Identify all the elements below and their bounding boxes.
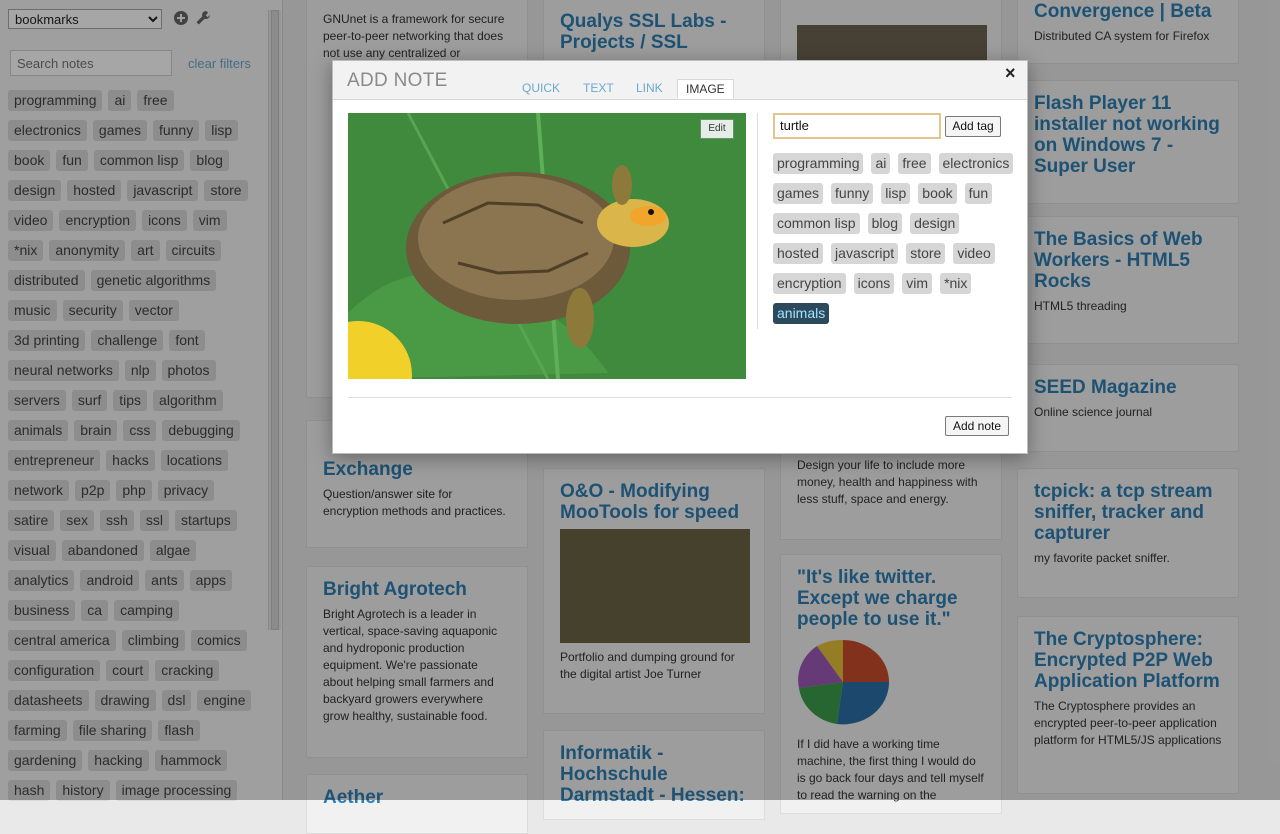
modal-tag[interactable]: hosted xyxy=(773,243,824,264)
vertical-divider xyxy=(757,113,758,329)
modal-tag[interactable]: encryption xyxy=(773,273,846,294)
tab-text[interactable]: TEXT xyxy=(583,81,614,95)
close-icon[interactable]: × xyxy=(1005,63,1016,84)
modal-tag[interactable]: *nix xyxy=(940,273,972,294)
modal-tag[interactable]: common lisp xyxy=(773,213,860,234)
modal-tag[interactable]: lisp xyxy=(881,183,911,204)
modal-tag[interactable]: blog xyxy=(867,213,903,234)
modal-header: ADD NOTE QUICK TEXT LINK IMAGE × xyxy=(333,61,1027,100)
modal-tag[interactable]: free xyxy=(898,153,931,174)
modal-tag[interactable]: video xyxy=(953,243,995,264)
modal-tag[interactable]: electronics xyxy=(938,153,1014,174)
modal-tag[interactable]: design xyxy=(910,213,960,234)
tab-link[interactable]: LINK xyxy=(636,81,663,95)
modal-tag[interactable]: book xyxy=(918,183,957,204)
modal-tag[interactable]: fun xyxy=(964,183,993,204)
modal-tag[interactable]: games xyxy=(773,183,824,204)
modal-tag[interactable]: javascript xyxy=(831,243,899,264)
tab-quick[interactable]: QUICK xyxy=(522,81,560,95)
add-note-modal: ADD NOTE QUICK TEXT LINK IMAGE × Edit tu… xyxy=(332,60,1028,454)
modal-tag[interactable]: funny xyxy=(831,183,874,204)
modal-tag[interactable]: icons xyxy=(853,273,895,294)
edit-image-button[interactable]: Edit xyxy=(700,119,734,139)
add-note-button[interactable]: Add note xyxy=(945,416,1009,436)
add-tag-button[interactable]: Add tag xyxy=(945,116,1001,137)
modal-tag-list: programming ai free electronics games funny li… xyxy=(773,153,1023,333)
modal-tag[interactable]: ai xyxy=(871,153,891,174)
modal-tag[interactable]: programming xyxy=(773,153,864,174)
modal-title: ADD NOTE xyxy=(347,70,448,91)
horizontal-divider xyxy=(348,397,1012,398)
note-image xyxy=(348,113,746,379)
modal-tag[interactable]: store xyxy=(906,243,946,264)
modal-tag[interactable]: vim xyxy=(902,273,933,294)
tab-image[interactable]: IMAGE xyxy=(677,79,734,99)
modal-tag[interactable]: animals xyxy=(773,303,830,324)
tag-input[interactable]: turtle xyxy=(773,113,941,139)
